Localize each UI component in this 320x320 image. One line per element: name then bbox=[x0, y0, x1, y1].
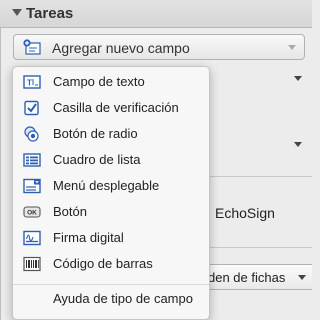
menu-item-label: Campo de texto bbox=[53, 74, 145, 89]
dropdown-icon bbox=[23, 178, 41, 194]
menu-item-field-type-help[interactable]: Ayuda de tipo de campo bbox=[53, 291, 193, 306]
row-chevron-down-icon[interactable] bbox=[294, 76, 302, 81]
chevron-down-icon bbox=[288, 45, 296, 50]
button-icon: OK bbox=[23, 204, 41, 220]
barcode-icon bbox=[23, 256, 41, 272]
list-box-icon bbox=[23, 152, 41, 168]
section-title: Tareas bbox=[26, 5, 74, 22]
panel-border bbox=[0, 0, 1, 320]
disclosure-triangle-icon[interactable] bbox=[12, 9, 22, 16]
menu-item-button[interactable]: OK Botón bbox=[13, 199, 209, 225]
menu-item-label: Casilla de verificación bbox=[53, 100, 179, 115]
chevron-down-icon bbox=[298, 275, 306, 280]
section-header[interactable]: Tareas bbox=[0, 0, 312, 28]
digital-signature-icon bbox=[23, 230, 41, 246]
menu-item-radio-button[interactable]: Botón de radio bbox=[13, 121, 209, 147]
row-chevron-down-icon[interactable] bbox=[294, 142, 302, 147]
menu-item-barcode[interactable]: Código de barras bbox=[13, 251, 209, 277]
tab-order-button[interactable]: den de fichas bbox=[198, 264, 312, 290]
svg-text:OK: OK bbox=[27, 210, 37, 217]
menu-item-label: Botón bbox=[53, 204, 87, 219]
svg-text:T: T bbox=[27, 79, 32, 88]
menu-item-dropdown[interactable]: Menú desplegable bbox=[13, 173, 209, 199]
field-type-menu: T Campo de texto Casilla de verificación bbox=[12, 66, 210, 320]
menu-item-list-box[interactable]: Cuadro de lista bbox=[13, 147, 209, 173]
menu-item-label: Menú desplegable bbox=[53, 178, 160, 193]
radio-button-icon bbox=[23, 126, 41, 142]
menu-item-label: Botón de radio bbox=[53, 126, 138, 141]
divider bbox=[210, 176, 312, 177]
divider bbox=[210, 247, 312, 248]
echosign-label: EchoSign bbox=[215, 205, 275, 221]
menu-item-digital-signature[interactable]: Firma digital bbox=[13, 225, 209, 251]
add-field-icon bbox=[23, 39, 41, 55]
menu-separator bbox=[13, 284, 209, 285]
text-field-icon: T bbox=[23, 74, 41, 90]
add-new-field-button[interactable]: Agregar nuevo campo bbox=[13, 34, 305, 60]
tab-order-label: den de fichas bbox=[208, 270, 286, 285]
tasks-panel: Tareas Agregar nuevo campo EchoSign den … bbox=[0, 0, 312, 320]
menu-item-checkbox[interactable]: Casilla de verificación bbox=[13, 95, 209, 121]
add-new-field-label: Agregar nuevo campo bbox=[52, 40, 190, 56]
menu-item-label: Código de barras bbox=[53, 256, 153, 271]
menu-item-label: Firma digital bbox=[53, 230, 124, 245]
menu-item-label: Cuadro de lista bbox=[53, 152, 141, 167]
menu-item-text-field[interactable]: T Campo de texto bbox=[13, 69, 209, 95]
checkbox-icon bbox=[23, 100, 41, 116]
